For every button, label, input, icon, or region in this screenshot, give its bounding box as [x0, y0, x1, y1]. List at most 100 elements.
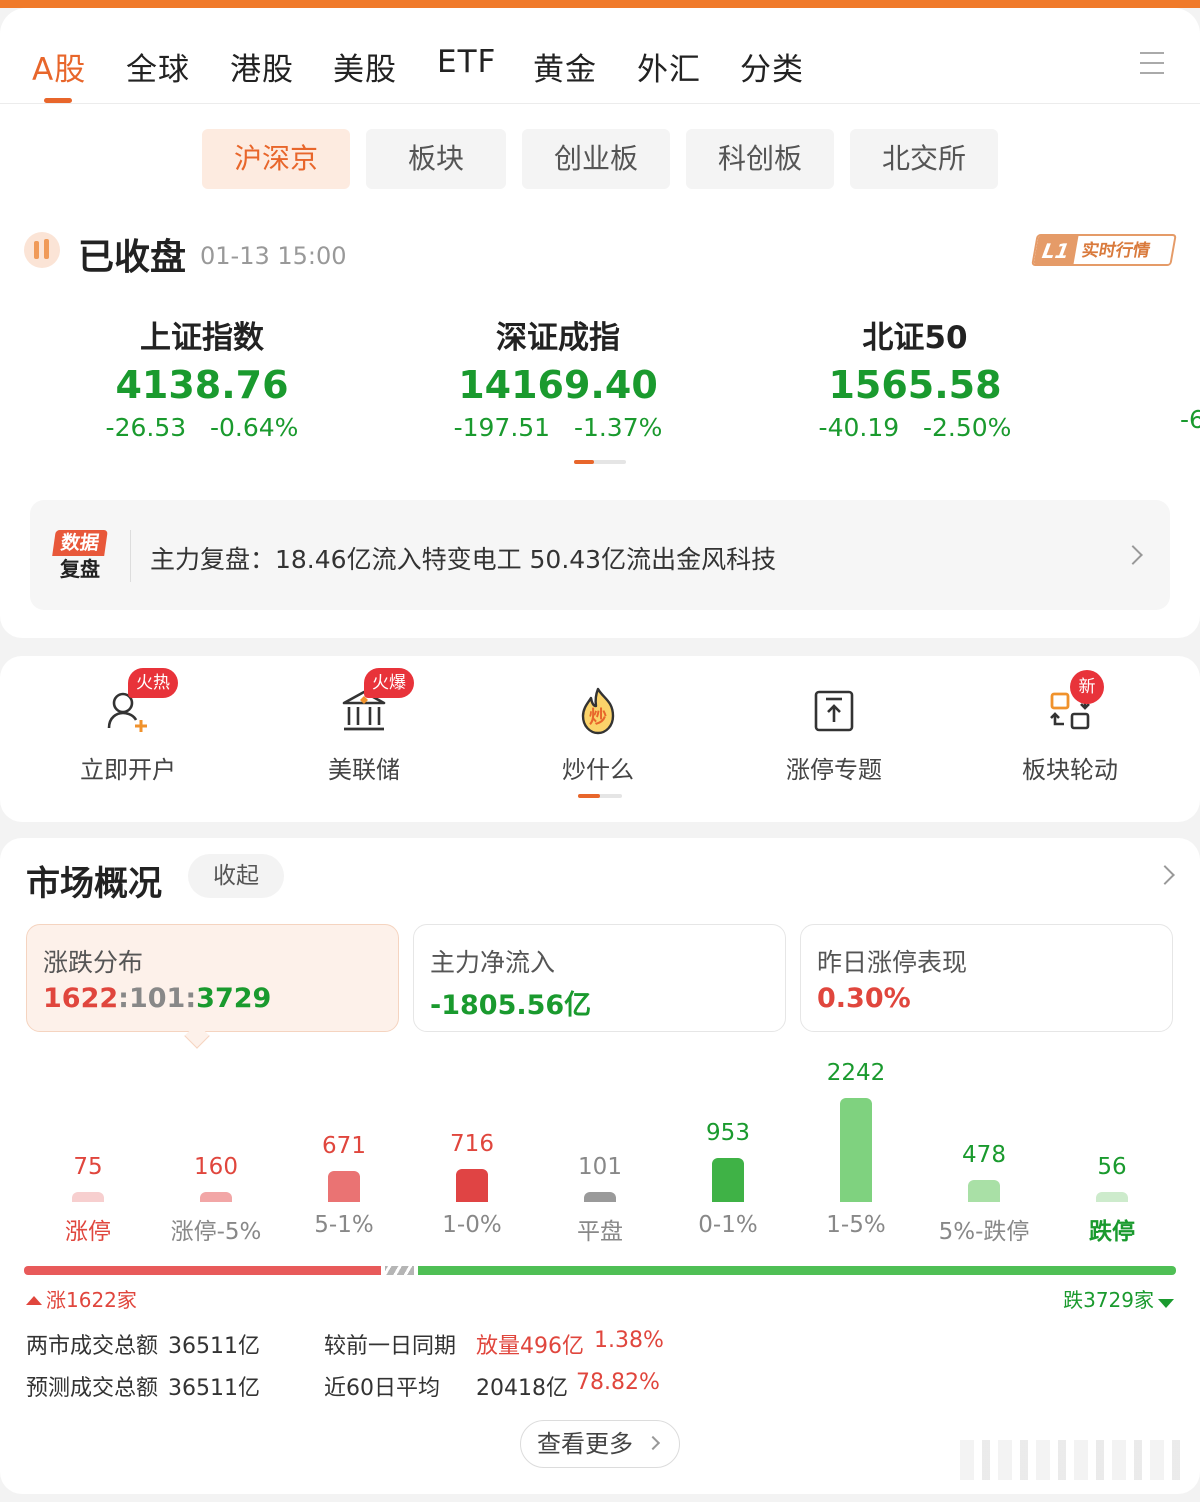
subtab-chinext[interactable]: 创业板	[522, 129, 670, 189]
section-title: 市场概况	[26, 864, 162, 904]
tab-a-share[interactable]: A股	[32, 44, 86, 89]
tab-us[interactable]: 美股	[333, 44, 397, 89]
tab-global[interactable]: 全球	[126, 44, 190, 89]
l1-label: 实时行情	[1080, 241, 1152, 261]
index-name: 深证成指	[496, 320, 620, 356]
total-turnover-value: 36511亿	[168, 1334, 260, 1359]
quick-entry-what-to-trade[interactable]: 炒 炒什么	[508, 686, 688, 785]
distribution-bar	[200, 1192, 232, 1202]
down-count: 跌3729家	[1063, 1284, 1174, 1313]
distribution-bar	[840, 1098, 872, 1202]
bar-value-label: 101	[578, 1154, 622, 1180]
index-card-sse[interactable]: 上证指数 4138.76 -26.53 -0.64%	[72, 312, 332, 442]
realtime-quote-badge[interactable]: L1 实时行情	[1031, 234, 1177, 266]
bar-category-label: 涨停-5%	[170, 1219, 262, 1245]
menu-icon[interactable]	[1140, 50, 1164, 76]
new-badge: 新	[1070, 670, 1104, 704]
quick-entry-label: 涨停专题	[786, 756, 882, 784]
index-change: -26.53 -0.64%	[105, 413, 299, 442]
distribution-bar-chart: 75 涨停 160 涨停-5% 671 5-1% 716 1-0% 101 平盘 953 0-1% 22…	[24, 1050, 1176, 1250]
bar-group: 75 涨停	[24, 1050, 152, 1250]
quick-entry-label: 立即开户	[80, 756, 176, 784]
subtab-sector[interactable]: 板块	[366, 129, 506, 189]
avg-60d-label: 近60日平均	[324, 1376, 440, 1401]
index-value: 1565.58	[828, 363, 1002, 407]
index-name: 上证指数	[140, 320, 264, 356]
l1-level: L1	[1033, 236, 1079, 266]
distribution-bar	[712, 1158, 744, 1202]
yesterday-limit-up-box[interactable]: 昨日涨停表现 0.30%	[800, 924, 1173, 1032]
arrow-down-icon	[1158, 1299, 1174, 1308]
subtab-bse[interactable]: 北交所	[850, 129, 998, 189]
bar-value-label: 2242	[826, 1060, 886, 1086]
bar-value-label: 953	[706, 1120, 750, 1146]
index-change: -40.19 -2.50%	[818, 413, 1012, 442]
bar-category-label: 跌停	[1089, 1219, 1135, 1245]
avg-60d-pct: 78.82%	[576, 1370, 660, 1395]
bar-group: 478 5%-跌停	[920, 1050, 1048, 1250]
bar-category-label: 涨停	[65, 1219, 111, 1245]
tab-gold[interactable]: 黄金	[533, 44, 597, 89]
rise-fall-ratio: 1622:101:3729	[43, 983, 272, 1014]
subtab-star[interactable]: 科创板	[686, 129, 834, 189]
rise-fall-distribution-box[interactable]: 涨跌分布 1622:101:3729	[26, 924, 399, 1032]
avg-60d-value: 20418亿	[476, 1376, 568, 1401]
quick-entry-fed[interactable]: 美联储	[274, 686, 454, 785]
fire-icon: 炒	[573, 686, 623, 736]
subtab-hushenjing[interactable]: 沪深京	[202, 129, 350, 189]
bar-group: 716 1-0%	[408, 1050, 536, 1250]
rise-fall-ratio-bar	[24, 1266, 1176, 1275]
index-card-szse[interactable]: 深证成指 14169.40 -197.51 -1.37%	[428, 312, 688, 442]
limit-up-icon	[809, 686, 859, 736]
index-value: 4138.76	[115, 363, 289, 407]
bar-group: 56 跌停	[1048, 1050, 1176, 1250]
distribution-bar	[328, 1171, 360, 1202]
top-accent-bar	[0, 0, 1200, 8]
hot-badge: 火爆	[364, 668, 414, 698]
bar-category-label: 1-0%	[442, 1212, 502, 1238]
quick-entry-sector-rotation[interactable]: 板块轮动	[980, 686, 1160, 785]
review-text: 主力复盘：18.46亿流入特变电工 50.43亿流出金风科技	[150, 545, 777, 574]
tab-etf[interactable]: ETF	[437, 44, 496, 80]
compare-pct: 1.38%	[594, 1328, 664, 1353]
quick-entry-open-account[interactable]: 立即开户	[38, 686, 218, 785]
box-title: 昨日涨停表现	[817, 948, 968, 977]
bar-group: 101 平盘	[536, 1050, 664, 1250]
bar-category-label: 1-5%	[826, 1212, 886, 1238]
ratio-flat-segment	[385, 1266, 414, 1275]
quick-entry-label: 板块轮动	[1022, 756, 1118, 784]
tab-forex[interactable]: 外汇	[637, 44, 701, 89]
bar-group: 160 涨停-5%	[152, 1050, 280, 1250]
limit-up-performance-value: 0.30%	[817, 983, 911, 1014]
active-tab-indicator	[44, 98, 72, 103]
data-review-badge: 数据 复盘	[52, 530, 108, 582]
hot-badge: 火热	[128, 668, 178, 698]
main-net-inflow-box[interactable]: 主力净流入 -1805.56亿	[413, 924, 786, 1032]
quick-entry-limit-up[interactable]: 涨停专题	[744, 686, 924, 785]
forecast-turnover-label: 预测成交总额	[26, 1376, 159, 1401]
distribution-bar	[456, 1169, 488, 1202]
bar-category-label: 平盘	[577, 1219, 623, 1245]
blurred-overlay	[960, 1440, 1180, 1480]
total-turnover-label: 两市成交总额	[26, 1334, 159, 1359]
index-change: -197.51 -1.37%	[453, 413, 663, 442]
bar-value-label: 716	[450, 1131, 494, 1157]
distribution-bar	[1096, 1192, 1128, 1202]
quick-entry-label: 炒什么	[562, 756, 634, 784]
distribution-bar	[584, 1192, 616, 1202]
quick-entry-label: 美联储	[328, 756, 400, 784]
bar-value-label: 478	[962, 1142, 1006, 1168]
tab-hk[interactable]: 港股	[230, 44, 294, 89]
index-card-bse50[interactable]: 北证50 1565.58 -40.19 -2.50%	[785, 312, 1045, 442]
collapse-button[interactable]: 收起	[188, 854, 284, 898]
forecast-turnover-value: 36511亿	[168, 1376, 260, 1401]
compare-value: 放量496亿	[476, 1334, 584, 1359]
distribution-bar	[72, 1192, 104, 1202]
bar-value-label: 75	[73, 1154, 103, 1180]
tab-category[interactable]: 分类	[740, 44, 804, 89]
index-card-partial: -6	[1180, 405, 1200, 434]
svg-text:炒: 炒	[589, 707, 607, 728]
market-status: 已收盘	[78, 237, 187, 278]
index-name: 北证50	[862, 320, 968, 356]
index-value: 14169.40	[458, 363, 658, 407]
